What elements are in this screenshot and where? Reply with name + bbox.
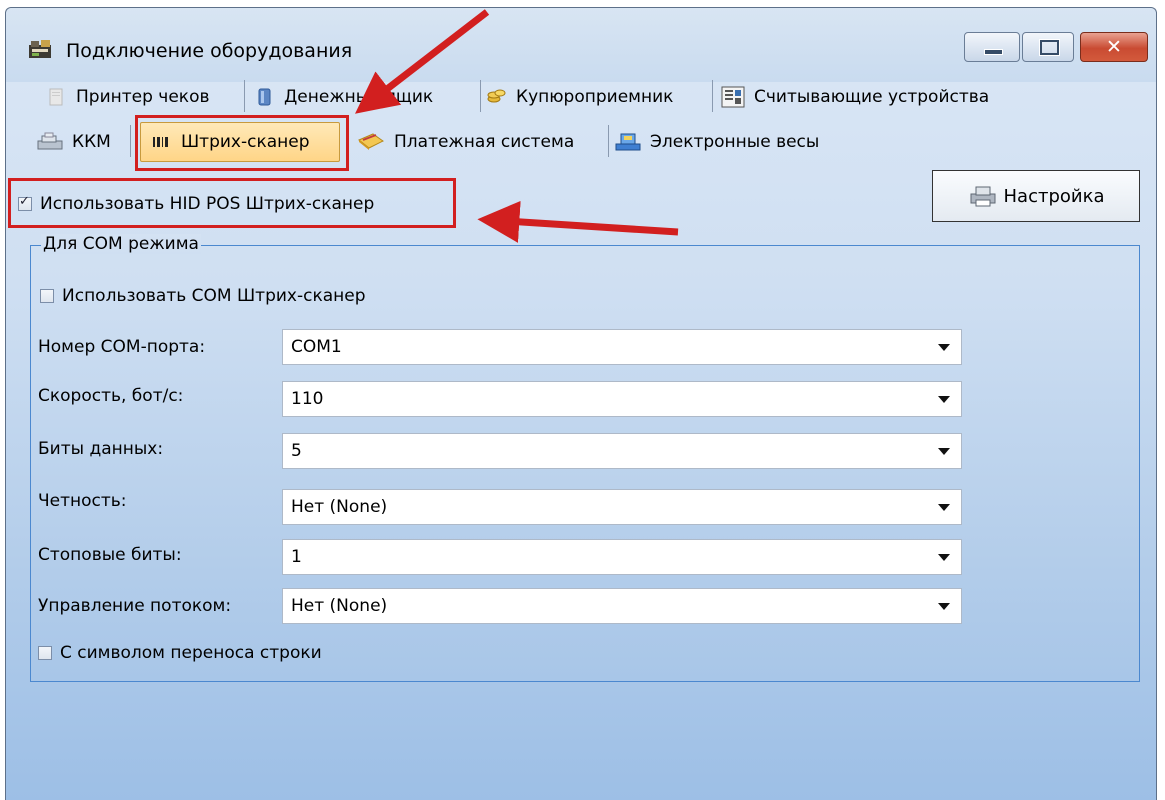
baud-rate-select[interactable]: 110: [282, 381, 962, 417]
parity-select[interactable]: Нет (None): [282, 489, 962, 525]
tab-row-devices: Принтер чеков Денежный ящик Купюроприемн…: [0, 74, 1165, 119]
maximize-icon: [1040, 40, 1059, 55]
flow-control-select[interactable]: Нет (None): [282, 588, 962, 624]
com-port-select[interactable]: COM1: [282, 329, 962, 365]
use-com-label: Использовать COM Штрих-сканер: [62, 286, 366, 306]
tab-electronic-scales[interactable]: Электронные весы: [614, 122, 819, 162]
data-bits-value: 5: [291, 441, 302, 461]
close-icon: ✕: [1106, 36, 1122, 58]
tab-separator: [712, 80, 713, 112]
coins-icon: [487, 89, 506, 103]
tab-bill-acceptor[interactable]: Купюроприемник: [486, 77, 673, 117]
chevron-down-icon[interactable]: [927, 540, 961, 574]
tab-reading-devices[interactable]: Считывающие устройства: [720, 77, 989, 117]
stop-bits-value: 1: [291, 547, 302, 567]
com-port-label: Номер COM-порта:: [38, 337, 206, 357]
chevron-down-icon[interactable]: [927, 382, 961, 416]
settings-button-label: Настройка: [1003, 185, 1105, 207]
newline-option[interactable]: С символом переноса строки: [38, 636, 322, 670]
equipment-app-icon: [29, 40, 51, 58]
chevron-down-icon[interactable]: [927, 589, 961, 623]
reader-icon: [721, 86, 745, 108]
tab-separator: [480, 80, 481, 112]
hid-pos-label: Использовать HID POS Штрих-сканер: [40, 194, 375, 214]
tab-label: Электронные весы: [650, 132, 820, 152]
tab-label: Купюроприемник: [516, 87, 674, 107]
tab-receipt-printer[interactable]: Принтер чеков: [46, 77, 210, 117]
tab-label: Принтер чеков: [76, 87, 210, 107]
flow-control-label: Управление потоком:: [38, 596, 232, 616]
stop-bits-select[interactable]: 1: [282, 539, 962, 575]
parity-value: Нет (None): [291, 497, 388, 517]
card-icon: [358, 133, 384, 150]
baud-rate-value: 110: [291, 389, 324, 409]
tab-label: Платежная система: [394, 132, 575, 152]
newline-checkbox[interactable]: [38, 646, 52, 660]
use-com-scanner-option[interactable]: Использовать COM Штрих-сканер: [40, 279, 366, 313]
minimize-button[interactable]: [964, 32, 1020, 62]
hid-pos-scanner-option[interactable]: Использовать HID POS Штрих-сканер: [18, 184, 374, 224]
chevron-down-icon[interactable]: [927, 330, 961, 364]
chevron-down-icon[interactable]: [927, 434, 961, 468]
com-port-value: COM1: [291, 337, 342, 357]
printer-icon: [49, 88, 63, 106]
use-com-checkbox[interactable]: [40, 289, 54, 303]
flow-control-value: Нет (None): [291, 596, 388, 616]
tab-payment-system[interactable]: Платежная система: [356, 122, 574, 162]
tab-separator: [130, 125, 131, 157]
settings-printer-icon: [970, 186, 995, 207]
parity-label: Четность:: [38, 491, 127, 511]
hid-pos-checkbox[interactable]: [18, 194, 32, 211]
tab-kkm[interactable]: ККМ: [36, 122, 111, 162]
chevron-down-icon[interactable]: [927, 490, 961, 524]
stop-bits-label: Стоповые биты:: [38, 545, 182, 565]
scales-icon: [615, 133, 641, 151]
data-bits-select[interactable]: 5: [282, 433, 962, 469]
tab-separator: [608, 125, 609, 157]
settings-button[interactable]: Настройка: [932, 170, 1140, 222]
maximize-button[interactable]: [1022, 32, 1074, 62]
com-group-title: Для COM режима: [41, 234, 201, 254]
minimize-icon: [984, 49, 1003, 55]
cash-register-icon: [37, 132, 63, 150]
window-title: Подключение оборудования: [66, 40, 353, 62]
tab-label: ККМ: [72, 132, 111, 152]
close-button[interactable]: ✕: [1080, 32, 1148, 62]
tab-label: Денежный ящик: [284, 87, 434, 107]
barcode-tab-highlight: [135, 115, 349, 171]
tab-separator: [244, 80, 245, 112]
title-bar[interactable]: Подключение оборудования ✕: [6, 8, 1156, 82]
newline-label: С символом переноса строки: [60, 643, 322, 663]
cash-drawer-icon: [258, 88, 271, 106]
data-bits-label: Биты данных:: [38, 439, 164, 459]
baud-rate-label: Скорость, бот/с:: [38, 386, 184, 406]
tab-cash-drawer[interactable]: Денежный ящик: [254, 77, 433, 117]
tab-label: Считывающие устройства: [754, 87, 990, 107]
